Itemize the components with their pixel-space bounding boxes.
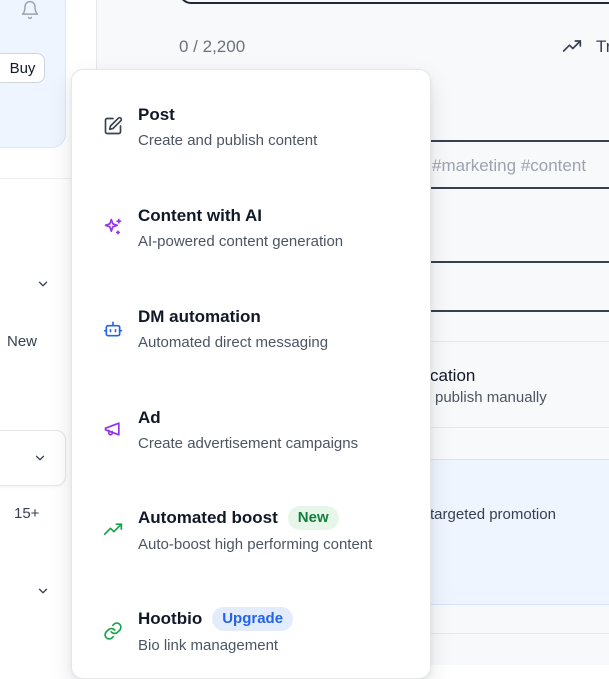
- hashtags-input[interactable]: #marketing #content: [432, 156, 586, 176]
- menu-item-title: DM automation: [138, 307, 261, 326]
- publish-option-title[interactable]: cation: [430, 366, 475, 386]
- menu-item-description: Create and publish content: [138, 132, 318, 149]
- row-divider: [427, 427, 609, 428]
- menu-item-content-with-ai[interactable]: Content with AI AI-powered content gener…: [72, 181, 430, 271]
- sidebar-new-label: New: [7, 333, 38, 350]
- row-divider: [427, 341, 609, 342]
- menu-item-title: Hootbio: [138, 609, 203, 628]
- bot-icon: [103, 321, 123, 337]
- edit-icon: [104, 116, 123, 135]
- post-editor[interactable]: [179, 0, 609, 4]
- row-divider: [427, 633, 609, 634]
- boost-card[interactable]: [427, 459, 609, 605]
- sidebar-count-label: 15+: [14, 505, 40, 522]
- chevron-down-icon[interactable]: [36, 584, 50, 598]
- chevron-down-icon: [35, 455, 45, 461]
- trending-label[interactable]: Tr: [596, 37, 609, 57]
- menu-item-description: Create advertisement campaigns: [138, 435, 359, 452]
- menu-item-description: AI-powered content generation: [138, 233, 344, 250]
- field-border: [427, 261, 609, 263]
- buy-button[interactable]: Buy: [0, 53, 45, 83]
- menu-item-description: Bio link management: [138, 637, 279, 654]
- sparkles-icon: [104, 218, 122, 235]
- sidebar-select[interactable]: [0, 430, 66, 486]
- trending-up-icon: [103, 523, 123, 535]
- boost-card-description: targeted promotion: [430, 506, 556, 523]
- menu-item-description: Automated direct messaging: [138, 334, 329, 351]
- bell-icon[interactable]: [20, 0, 40, 20]
- menu-item-automated-boost[interactable]: Automated boost New Auto-boost high perf…: [72, 484, 430, 574]
- upgrade-badge[interactable]: Upgrade: [212, 607, 294, 631]
- menu-item-dm-automation[interactable]: DM automation Automated direct messaging: [72, 282, 430, 372]
- create-menu: Post Create and publish content Content …: [71, 69, 431, 679]
- menu-item-ad[interactable]: Ad Create advertisement campaigns: [72, 383, 430, 473]
- field-border: [427, 310, 609, 312]
- menu-item-title: Automated boost: [138, 508, 278, 527]
- hashtag-field-border: [427, 187, 609, 189]
- chevron-down-icon[interactable]: [36, 277, 50, 291]
- menu-item-title: Ad: [138, 408, 161, 427]
- menu-item-title: Content with AI: [138, 206, 263, 225]
- megaphone-icon: [104, 422, 120, 436]
- menu-item-hootbio[interactable]: Hootbio Upgrade Bio link management: [72, 585, 430, 675]
- menu-item-post[interactable]: Post Create and publish content: [72, 80, 430, 170]
- link-icon: [104, 622, 122, 640]
- new-badge: New: [287, 506, 339, 530]
- hashtag-field-border: [427, 140, 609, 142]
- character-count: 0 / 2,200: [179, 37, 246, 56]
- publish-option-description: publish manually: [435, 389, 547, 406]
- menu-item-title: Post: [138, 105, 175, 124]
- menu-item-description: Auto-boost high performing content: [138, 536, 373, 553]
- trending-up-icon: [562, 40, 582, 52]
